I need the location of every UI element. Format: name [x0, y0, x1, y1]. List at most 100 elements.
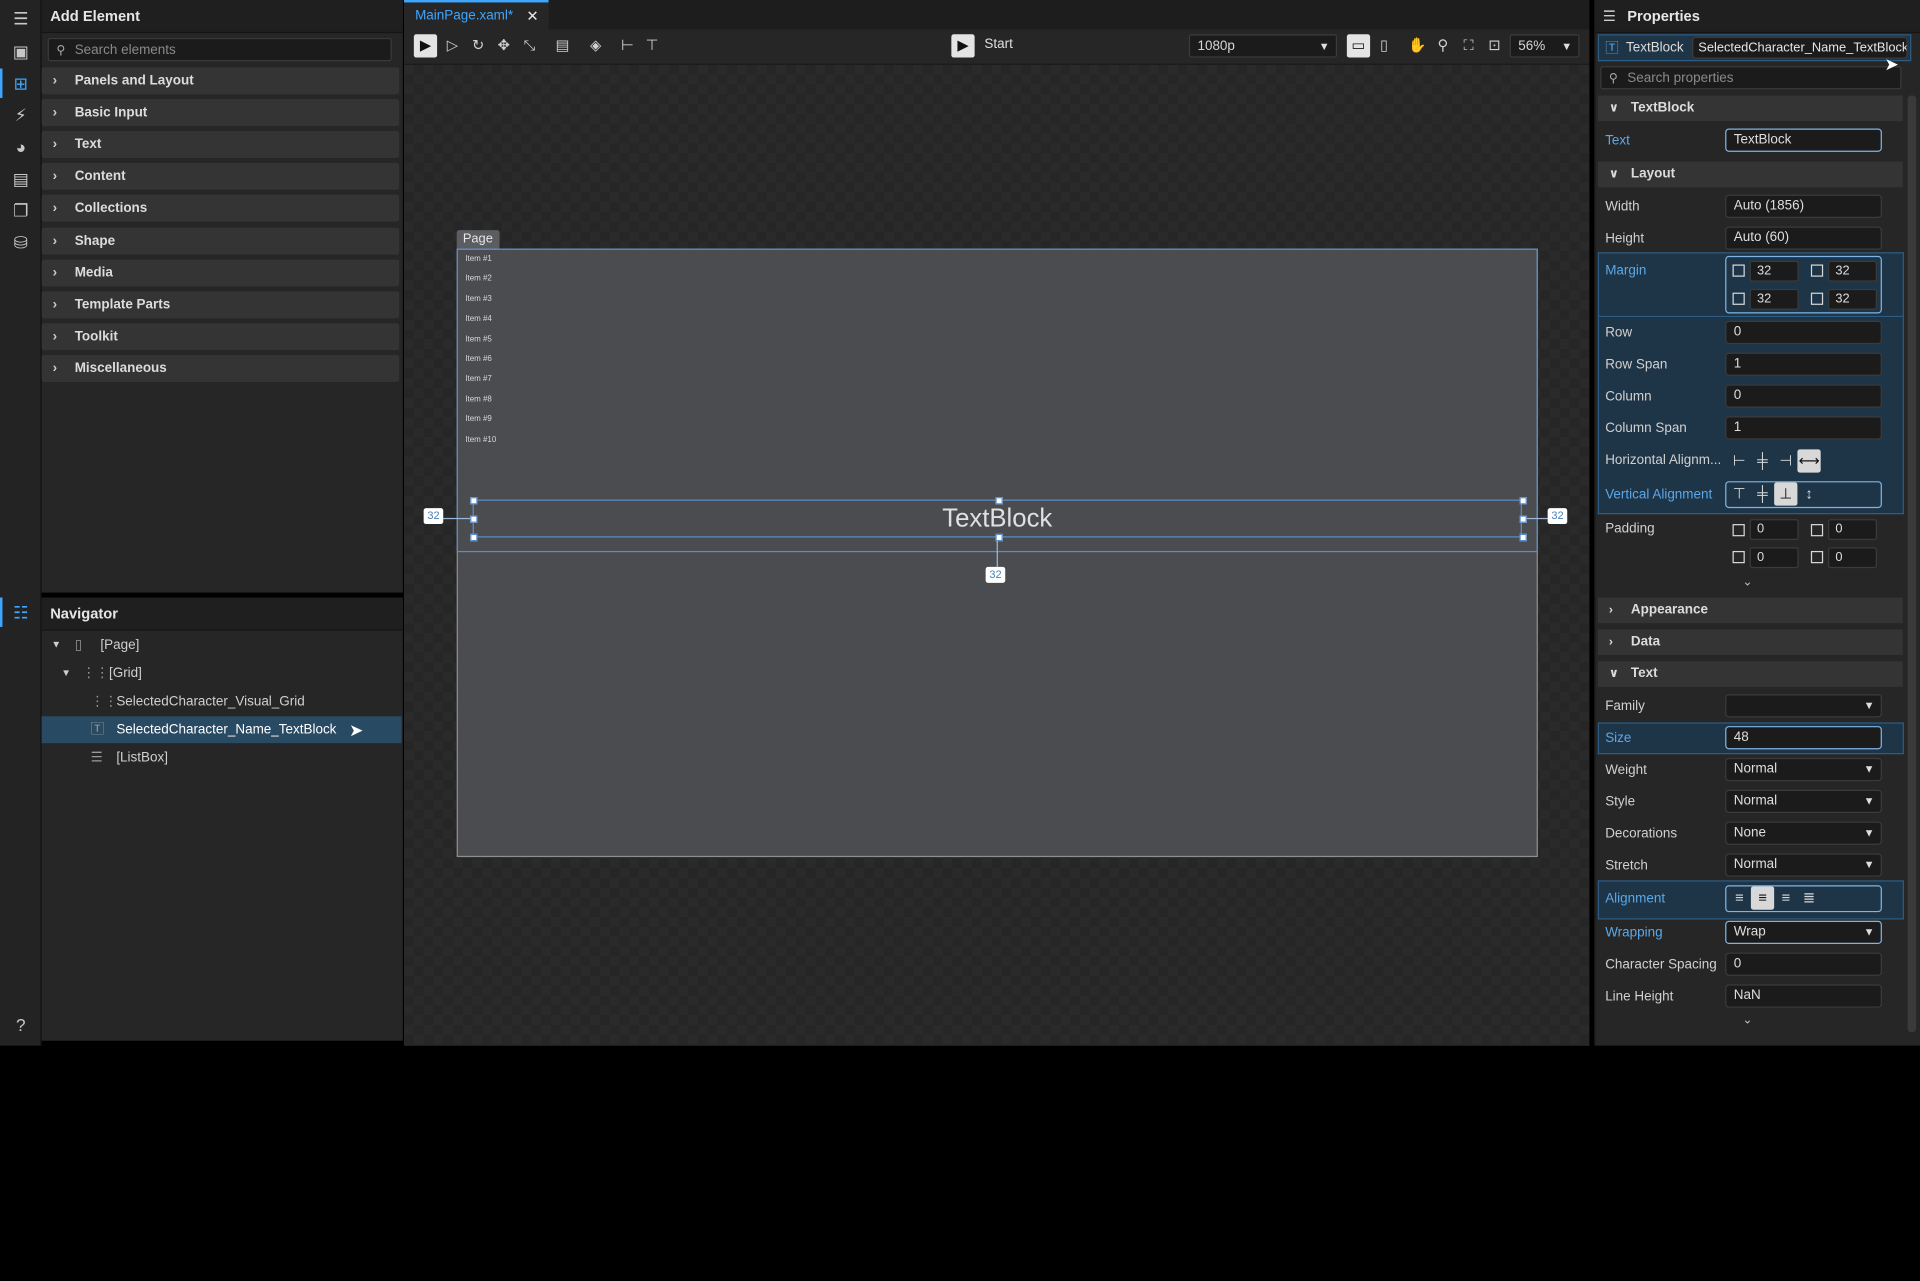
- h-align-left-icon[interactable]: ⊢: [1728, 449, 1751, 472]
- listbox-item[interactable]: Item #4: [465, 315, 492, 324]
- section-textblock[interactable]: ∨ TextBlock: [1597, 95, 1903, 122]
- listbox-item[interactable]: Item #3: [465, 295, 492, 304]
- select-tool-icon[interactable]: ▶: [413, 34, 438, 58]
- margin-left-input[interactable]: 32: [1749, 260, 1799, 282]
- expand-triangle-icon[interactable]: ▼: [51, 632, 61, 659]
- assets-icon[interactable]: ▣: [10, 40, 32, 62]
- nav-item-listbox[interactable]: ☰ [ListBox]: [42, 744, 402, 771]
- style-dropdown[interactable]: Normal ▼: [1725, 789, 1882, 814]
- weight-dropdown[interactable]: Normal ▼: [1725, 757, 1882, 782]
- close-tab-icon[interactable]: ✕: [526, 2, 538, 29]
- listbox-item[interactable]: Item #1: [465, 255, 492, 264]
- expand-triangle-icon[interactable]: ▼: [61, 660, 71, 687]
- v-align-bottom-icon[interactable]: ⊥: [1774, 482, 1798, 506]
- resize-handle[interactable]: [995, 497, 1003, 505]
- text-align-justify-icon[interactable]: ≣: [1797, 886, 1820, 909]
- database-icon[interactable]: ⛁: [10, 231, 32, 253]
- resize-handle[interactable]: [1519, 533, 1527, 542]
- margin-right-input[interactable]: 32: [1828, 260, 1878, 282]
- resize-handle[interactable]: [1519, 515, 1527, 523]
- nav-item-page[interactable]: ▼ ▯ [Page]: [42, 632, 402, 659]
- zoom-icon[interactable]: ⚲: [1431, 34, 1454, 57]
- line-height-input[interactable]: NaN: [1725, 984, 1882, 1008]
- element-name-input[interactable]: SelectedCharacter_Name_TextBlock: [1692, 36, 1908, 59]
- hamburger-menu-icon[interactable]: ☰: [10, 7, 32, 29]
- section-text[interactable]: ∨ Text: [1597, 661, 1903, 687]
- search-elements-input[interactable]: ⚲ Search elements: [47, 37, 392, 62]
- v-align-top-icon[interactable]: ⊤: [1728, 482, 1751, 505]
- category-miscellaneous[interactable]: › Miscellaneous: [41, 354, 400, 382]
- expand-more-icon[interactable]: ⌄: [1742, 1014, 1752, 1027]
- snap-icon[interactable]: ◈: [584, 34, 607, 57]
- h-align-right-icon[interactable]: ⊣: [1774, 449, 1797, 472]
- start-label[interactable]: Start: [984, 37, 1012, 52]
- h-align-stretch-icon[interactable]: ⟷: [1797, 449, 1821, 473]
- listbox-item[interactable]: Item #9: [465, 415, 492, 424]
- zoom-dropdown[interactable]: 56% ▼: [1509, 34, 1580, 58]
- row-input[interactable]: 0: [1725, 320, 1882, 345]
- fit-screen-icon[interactable]: ⛶: [1457, 34, 1480, 57]
- decorations-dropdown[interactable]: None ▼: [1725, 821, 1882, 845]
- resize-handle[interactable]: [995, 533, 1003, 542]
- listbox-item[interactable]: Item #5: [465, 335, 492, 344]
- column-span-input[interactable]: 1: [1725, 416, 1882, 440]
- category-media[interactable]: › Media: [41, 259, 400, 287]
- portrait-icon[interactable]: ▯: [1373, 34, 1396, 57]
- palette-icon[interactable]: ◕: [10, 136, 32, 158]
- listbox-item[interactable]: Item #10: [465, 435, 496, 444]
- resize-tool-icon[interactable]: ⤡: [518, 34, 541, 57]
- textblock-preview[interactable]: TextBlock: [473, 500, 1522, 538]
- properties-scrollbar[interactable]: [1907, 95, 1917, 1033]
- text-align-center-icon[interactable]: ≡: [1750, 886, 1775, 910]
- category-basic-input[interactable]: › Basic Input: [41, 99, 400, 127]
- v-align-stretch-icon[interactable]: ↕: [1797, 482, 1820, 505]
- resize-handle[interactable]: [470, 497, 478, 505]
- text-input[interactable]: TextBlock: [1725, 128, 1882, 152]
- margin-top-input[interactable]: 32: [1749, 288, 1799, 310]
- resize-handle[interactable]: [1519, 497, 1527, 505]
- wrapping-dropdown[interactable]: Wrap ▼: [1725, 920, 1882, 945]
- character-spacing-input[interactable]: 0: [1725, 952, 1882, 976]
- category-text[interactable]: › Text: [41, 131, 400, 159]
- rotate-tool-icon[interactable]: ↻: [466, 34, 489, 57]
- add-element-icon[interactable]: ⊞: [0, 68, 32, 98]
- section-appearance[interactable]: › Appearance: [1597, 597, 1903, 624]
- category-content[interactable]: › Content: [41, 163, 400, 191]
- column-input[interactable]: 0: [1725, 384, 1882, 408]
- family-dropdown[interactable]: ▼: [1725, 694, 1882, 718]
- category-shape[interactable]: › Shape: [41, 227, 400, 255]
- lightning-icon[interactable]: ⚡: [10, 104, 32, 126]
- nav-item-name-textblock[interactable]: 🅃 SelectedCharacter_Name_TextBlock: [41, 716, 402, 744]
- category-template-parts[interactable]: › Template Parts: [41, 291, 400, 318]
- tab-mainpage[interactable]: MainPage.xaml* ✕: [404, 0, 549, 30]
- play-icon[interactable]: ▶: [951, 34, 975, 58]
- hand-pan-icon[interactable]: ✋: [1406, 34, 1429, 57]
- landscape-icon[interactable]: ▭: [1346, 34, 1371, 58]
- listbox-item[interactable]: Item #2: [465, 275, 492, 284]
- resolution-dropdown[interactable]: 1080p ▼: [1188, 34, 1338, 58]
- text-align-right-icon[interactable]: ≡: [1774, 886, 1797, 909]
- v-align-center-icon[interactable]: ╪: [1751, 482, 1774, 505]
- expand-more-icon[interactable]: ⌄: [1742, 575, 1752, 588]
- align-top-icon[interactable]: ⊤: [640, 34, 663, 57]
- listbox-item[interactable]: Item #8: [465, 395, 492, 404]
- resources-icon[interactable]: ❐: [10, 200, 32, 222]
- section-layout[interactable]: ∨ Layout: [1597, 161, 1903, 188]
- padding-left-input[interactable]: 0: [1749, 519, 1799, 540]
- navigator-list-icon[interactable]: ☷: [0, 597, 32, 627]
- category-panels-and-layout[interactable]: › Panels and Layout: [41, 67, 400, 95]
- nav-item-visual-grid[interactable]: ⋮⋮ SelectedCharacter_Visual_Grid: [42, 688, 402, 715]
- stretch-dropdown[interactable]: Normal ▼: [1725, 853, 1882, 877]
- listbox-item[interactable]: Item #7: [465, 375, 492, 384]
- padding-top-input[interactable]: 0: [1749, 547, 1799, 569]
- move-tool-icon[interactable]: ✥: [492, 34, 515, 57]
- size-input[interactable]: 48: [1725, 726, 1882, 750]
- category-toolkit[interactable]: › Toolkit: [41, 322, 400, 350]
- fit-selection-icon[interactable]: ⊡: [1483, 34, 1506, 57]
- width-input[interactable]: Auto (1856): [1725, 194, 1882, 218]
- category-collections[interactable]: › Collections: [41, 195, 400, 223]
- direct-select-icon[interactable]: ▷: [441, 34, 464, 57]
- listbox-item[interactable]: Item #6: [465, 355, 492, 364]
- layout-icon[interactable]: ▤: [551, 34, 574, 57]
- nav-item-grid[interactable]: ▼ ⋮⋮ [Grid]: [42, 660, 402, 687]
